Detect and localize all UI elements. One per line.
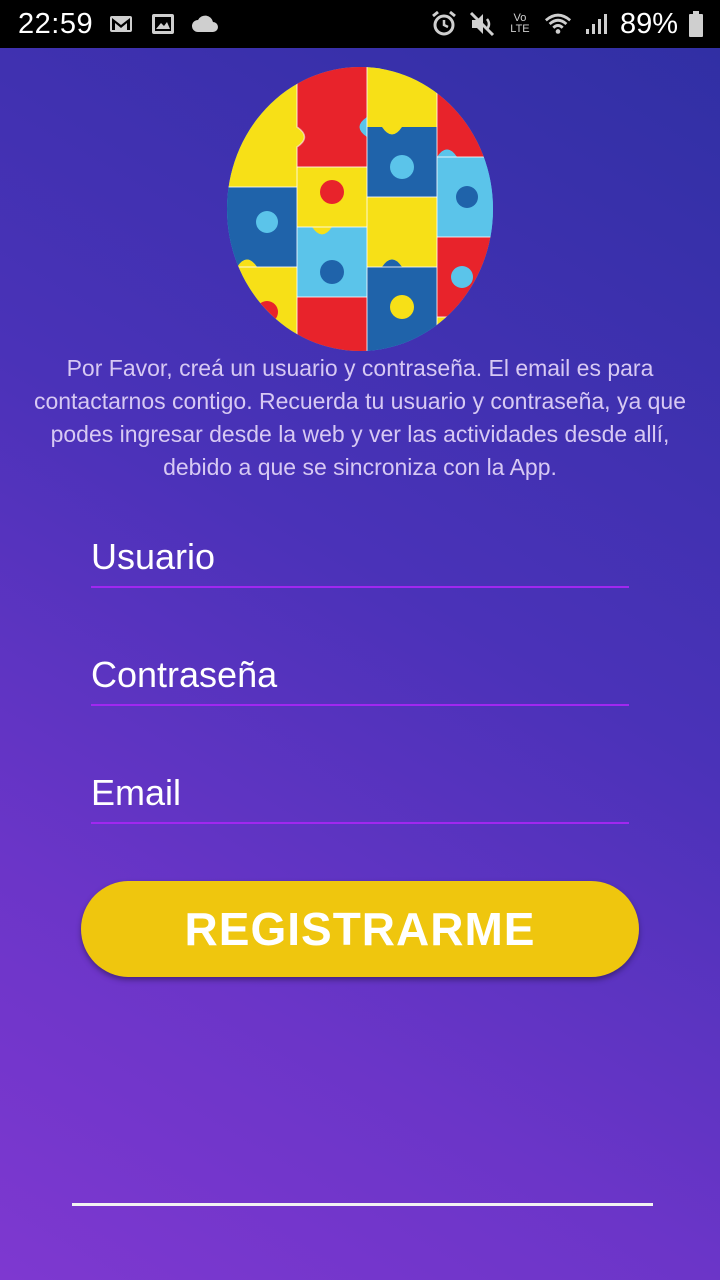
puzzle-logo — [227, 67, 493, 351]
status-bar: 22:59 Vo LTE 89% — [0, 0, 720, 48]
alarm-icon — [430, 10, 458, 38]
gmail-icon — [107, 10, 135, 38]
password-field-wrapper — [91, 646, 629, 706]
register-screen: 22:59 Vo LTE 89% Por Favor, creá un usua… — [0, 0, 720, 1280]
bottom-divider — [72, 1203, 653, 1206]
battery-percentage: 89% — [619, 7, 678, 40]
username-input[interactable] — [91, 528, 629, 586]
wifi-icon — [544, 10, 572, 38]
password-input[interactable] — [91, 646, 629, 704]
email-field-wrapper — [91, 764, 629, 824]
volte-icon: Vo LTE — [506, 10, 534, 38]
image-icon — [149, 10, 177, 38]
email-input[interactable] — [91, 764, 629, 822]
volte-bottom-label: LTE — [510, 23, 530, 35]
username-field-wrapper — [91, 528, 629, 588]
status-time: 22:59 — [18, 7, 94, 40]
intro-text: Por Favor, creá un usuario y contraseña.… — [33, 355, 687, 480]
mute-icon — [468, 10, 496, 38]
battery-icon — [688, 10, 704, 38]
signal-icon — [582, 10, 610, 38]
cloud-icon — [191, 10, 219, 38]
register-button[interactable]: REGISTRARME — [81, 881, 639, 977]
